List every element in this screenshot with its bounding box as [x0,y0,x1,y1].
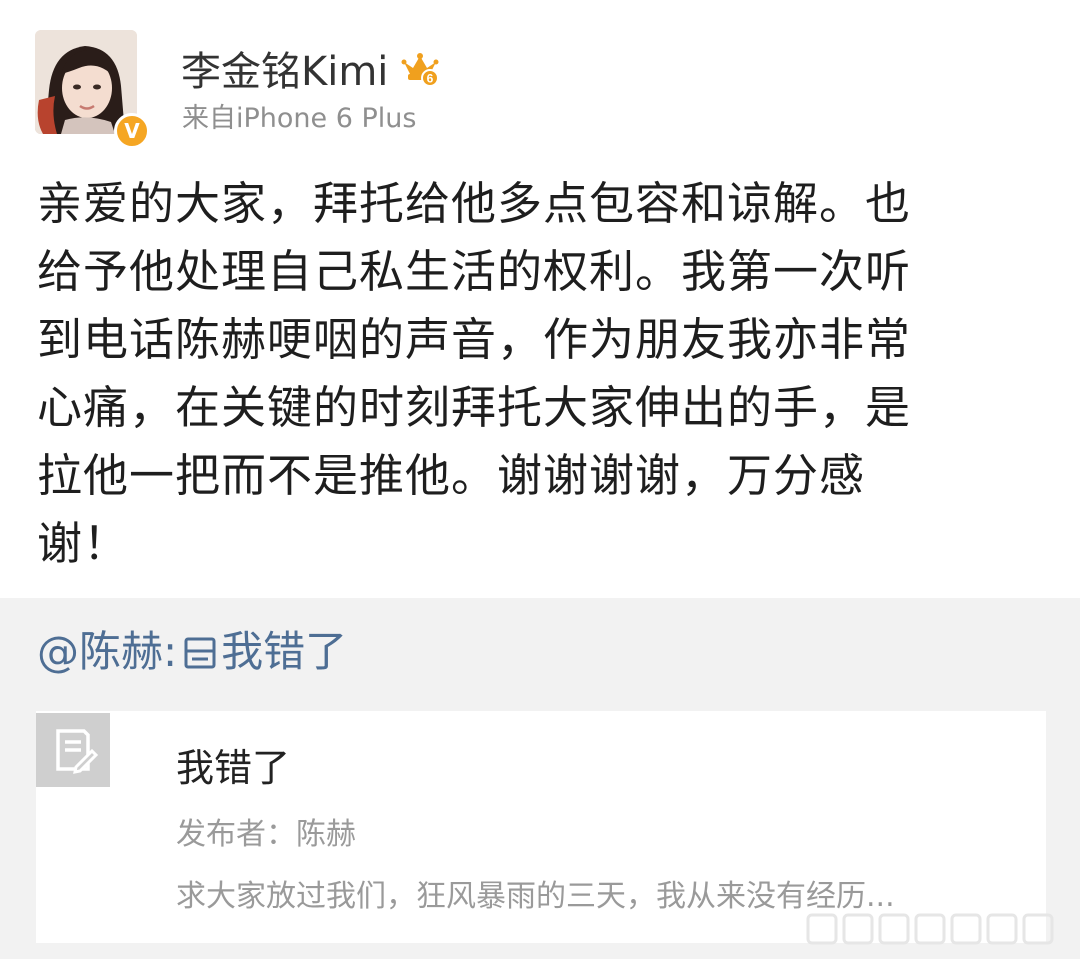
post-text-line: 拉他一把而不是推他。谢谢谢谢，万分感 [37,449,866,502]
post-body: 亲爱的大家，拜托给他多点包容和谅解。也 给予他处理自己私生活的权利。我第一次听 … [37,170,1037,578]
article-description: 求大家放过我们，狂风暴雨的三天，我从来没有经历... [176,879,895,914]
post-text-line: 到电话陈赫哽咽的声音，作为朋友我亦非常 [37,313,912,366]
mention-link[interactable]: @陈赫: [37,627,177,676]
username[interactable]: 李金铭Kimi [181,39,388,97]
post-text-line: 给予他处理自己私生活的权利。我第一次听 [37,245,912,298]
article-icon [36,713,110,787]
article-icon[interactable] [183,626,217,669]
reposted-content[interactable]: @陈赫: 我错了 我错了 发布者：陈赫 求大家放过我们，狂风暴雨的三天，我从来没有… [0,598,1080,959]
verified-badge-icon: V [114,113,150,149]
repost-line: @陈赫: 我错了 [37,622,347,682]
repost-link-text[interactable]: 我错了 [221,627,347,676]
post-text-line: 心痛，在关键的时刻拜托大家伸出的手，是 [37,381,912,434]
crown-vip-icon[interactable]: 6 [400,48,440,88]
weibo-post-screen: V 李金铭Kimi 6 来自iPhone 6 Plus 亲爱的大家，拜托给他多点… [0,0,1080,959]
post-source: 来自iPhone 6 Plus [182,103,417,134]
vip-level: 6 [427,72,434,86]
article-title[interactable]: 我错了 [176,737,290,792]
article-author: 发布者：陈赫 [176,817,356,852]
username-row: 李金铭Kimi 6 [181,39,440,97]
post-text-line: 谢！ [37,517,130,570]
post-text-line: 亲爱的大家，拜托给他多点包容和谅解。也 [37,177,912,230]
post-header: V 李金铭Kimi 6 来自iPhone 6 Plus [0,0,1080,160]
watermark-icon [806,913,1054,945]
